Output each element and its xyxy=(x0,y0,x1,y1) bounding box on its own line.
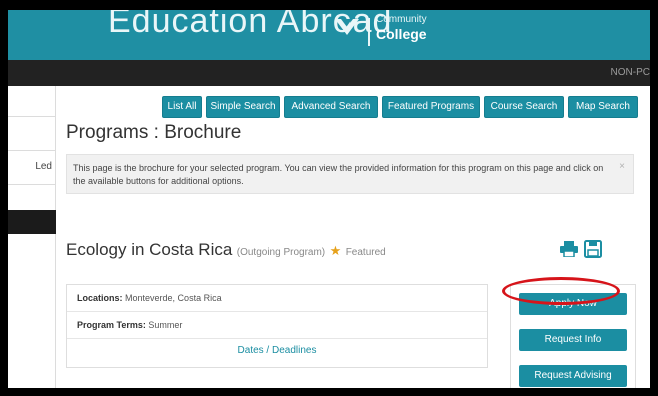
browser-viewport: Education Abroad Community College NON-P… xyxy=(8,10,650,388)
program-name: Ecology in Costa Rica xyxy=(66,240,233,259)
featured-programs-button[interactable]: Featured Programs xyxy=(382,96,480,118)
program-details: Locations: Monteverde, Costa Rica Progra… xyxy=(66,284,488,368)
navbar-right-link[interactable]: NON-PC xyxy=(611,67,650,78)
logo-text-bottom: College xyxy=(376,26,427,42)
print-icon[interactable] xyxy=(560,241,578,257)
map-search-button[interactable]: Map Search xyxy=(568,96,638,118)
sidebar-item[interactable]: Led xyxy=(8,150,56,184)
simple-search-button[interactable]: Simple Search xyxy=(206,96,280,118)
sidebar-item[interactable] xyxy=(8,184,56,210)
page-title: Programs : Brochure xyxy=(66,122,242,143)
info-alert-text: This page is the brochure for your selec… xyxy=(73,163,604,186)
main-content: List All Simple Search Advanced Search F… xyxy=(64,96,650,388)
list-all-button[interactable]: List All xyxy=(162,96,202,118)
program-heading: Ecology in Costa Rica (Outgoing Program)… xyxy=(66,240,386,260)
info-alert: This page is the brochure for your selec… xyxy=(66,154,634,194)
sidebar-item[interactable] xyxy=(8,116,56,150)
detail-row-terms: Program Terms: Summer xyxy=(67,312,487,339)
top-navbar: NON-PC xyxy=(8,60,650,86)
program-type: (Outgoing Program) xyxy=(236,247,326,258)
sidebar-item-active[interactable] xyxy=(8,210,56,234)
locations-label: Locations: xyxy=(77,293,123,303)
shield-logo-icon xyxy=(335,19,359,35)
terms-field: Program Terms: Summer xyxy=(77,320,182,330)
request-info-button[interactable]: Request Info xyxy=(519,329,627,351)
request-advising-button[interactable]: Request Advising xyxy=(519,365,627,387)
apply-highlight-annotation xyxy=(502,277,620,305)
terms-label: Program Terms: xyxy=(77,320,146,330)
close-icon[interactable]: × xyxy=(619,161,625,172)
site-header: Education Abroad Community College xyxy=(8,10,650,60)
header-divider xyxy=(368,18,370,46)
save-icon[interactable] xyxy=(584,240,602,258)
locations-value: Monteverde, Costa Rica xyxy=(125,293,222,303)
course-search-button[interactable]: Course Search xyxy=(484,96,564,118)
star-icon: ★ xyxy=(329,243,342,258)
detail-row-locations: Locations: Monteverde, Costa Rica xyxy=(67,285,487,312)
sidebar-item-label: Led xyxy=(35,161,52,172)
screenshot-frame: Education Abroad Community College NON-P… xyxy=(0,0,658,396)
terms-value: Summer xyxy=(148,320,183,330)
sidebar: Led xyxy=(8,86,56,388)
dates-deadlines-link[interactable]: Dates / Deadlines xyxy=(67,345,487,356)
logo-text-top: Community xyxy=(376,14,427,25)
featured-label: Featured xyxy=(345,247,386,258)
locations-field: Locations: Monteverde, Costa Rica xyxy=(77,293,222,303)
advanced-search-button[interactable]: Advanced Search xyxy=(284,96,378,118)
